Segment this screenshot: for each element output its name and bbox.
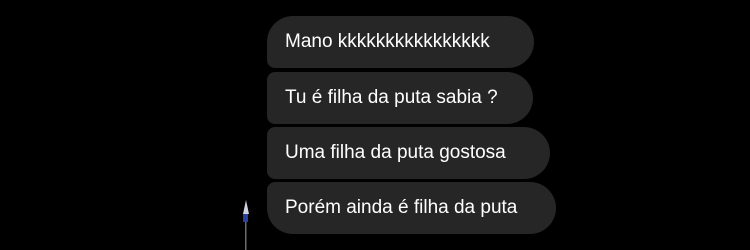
message-bubble[interactable]: Porém ainda é filha da puta (267, 182, 556, 234)
message-bubble[interactable]: Mano kkkkkkkkkkkkkkkk (267, 16, 534, 68)
chat-thread: Mano kkkkkkkkkkkkkkkk Tu é filha da puta… (0, 0, 750, 250)
message-text: Tu é filha da puta sabia ? (285, 87, 498, 108)
message-text: Mano kkkkkkkkkkkkkkkk (285, 31, 490, 52)
message-text: Porém ainda é filha da puta (285, 197, 518, 218)
avatar-fragment-icon (243, 200, 249, 250)
message-bubble[interactable]: Uma filha da puta gostosa (267, 127, 550, 179)
message-text: Uma filha da puta gostosa (285, 142, 506, 163)
message-bubble[interactable]: Tu é filha da puta sabia ? (267, 72, 533, 124)
